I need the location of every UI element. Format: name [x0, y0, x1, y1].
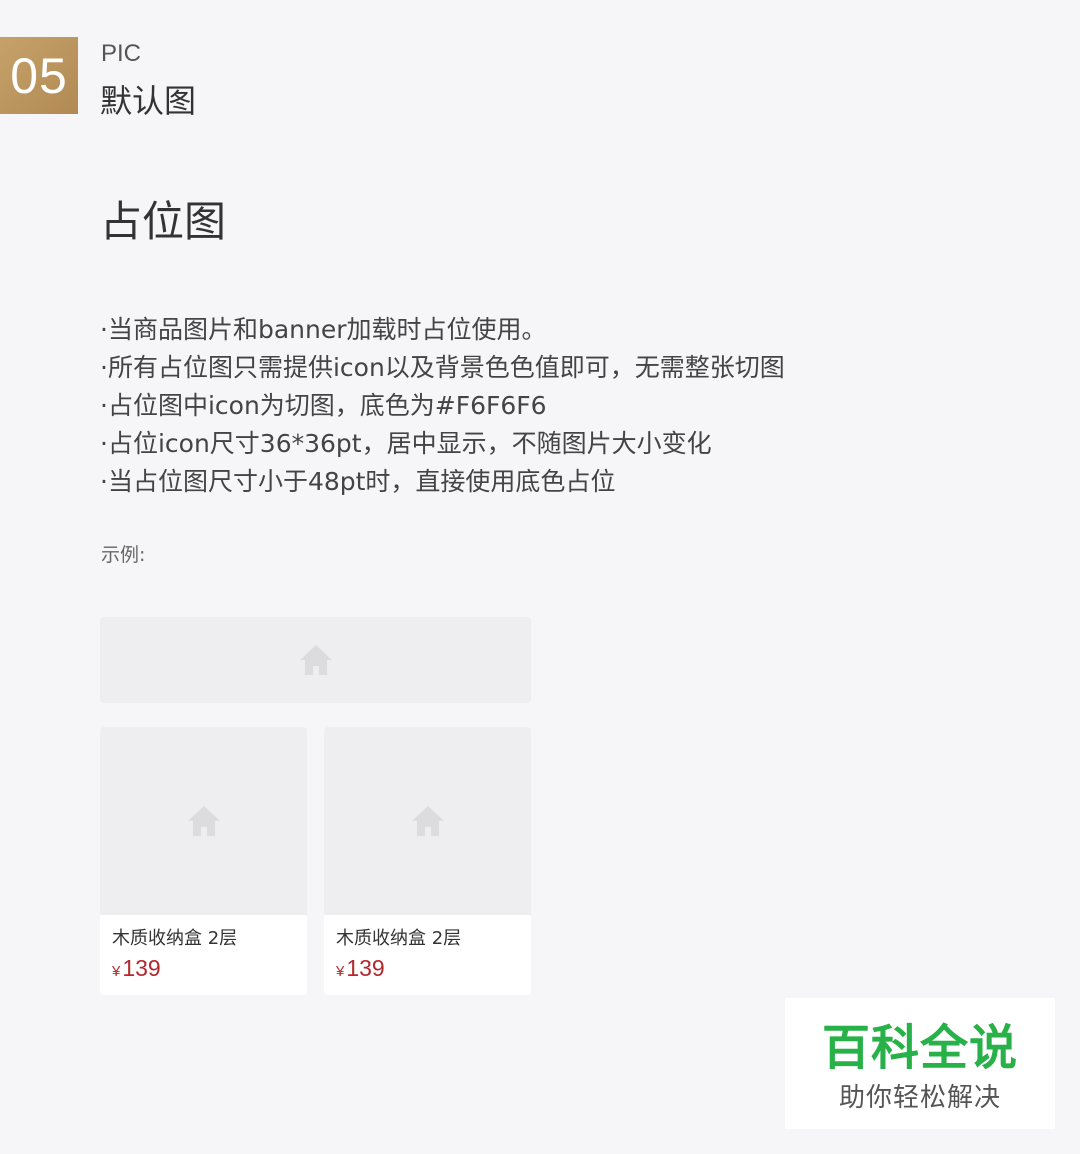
product-image-placeholder [100, 727, 307, 915]
watermark: 百科全说 助你轻松解决 [785, 998, 1055, 1129]
section-title: 默认图 [100, 82, 197, 120]
product-name: 木质收纳盒 2层 [112, 928, 238, 949]
currency-symbol: ¥ [336, 963, 345, 980]
guideline-item: 占位图中icon为切图，底色为#F6F6F6 [100, 387, 785, 425]
watermark-title: 百科全说 [821, 1020, 1018, 1076]
guideline-item: 当占位图尺寸小于48pt时，直接使用底色占位 [100, 463, 785, 501]
product-name: 木质收纳盒 2层 [336, 928, 462, 949]
watermark-subtitle: 助你轻松解决 [838, 1082, 1001, 1113]
section-number: 05 [10, 47, 68, 104]
price-amount: 139 [346, 955, 385, 981]
page-heading: 占位图 [100, 197, 227, 246]
guideline-item: 占位icon尺寸36*36pt，居中显示，不随图片大小变化 [100, 425, 785, 463]
product-price: ¥139 [112, 955, 161, 982]
price-amount: 139 [122, 955, 161, 981]
section-number-badge: 05 [0, 37, 78, 114]
product-image-placeholder [324, 727, 531, 915]
guideline-list: 当商品图片和banner加载时占位使用。 所有占位图只需提供icon以及背景色色… [100, 311, 785, 501]
section-subtitle: PIC [101, 40, 142, 67]
banner-placeholder [100, 617, 531, 703]
product-card[interactable]: 木质收纳盒 2层 ¥139 [100, 727, 307, 995]
example-label: 示例: [101, 544, 146, 566]
product-card[interactable]: 木质收纳盒 2层 ¥139 [324, 727, 531, 995]
home-icon [299, 645, 332, 675]
product-price: ¥139 [336, 955, 385, 982]
home-icon [411, 806, 444, 836]
home-icon [187, 806, 220, 836]
currency-symbol: ¥ [112, 963, 121, 980]
guideline-item: 所有占位图只需提供icon以及背景色色值即可，无需整张切图 [100, 349, 785, 387]
guideline-item: 当商品图片和banner加载时占位使用。 [100, 311, 785, 349]
